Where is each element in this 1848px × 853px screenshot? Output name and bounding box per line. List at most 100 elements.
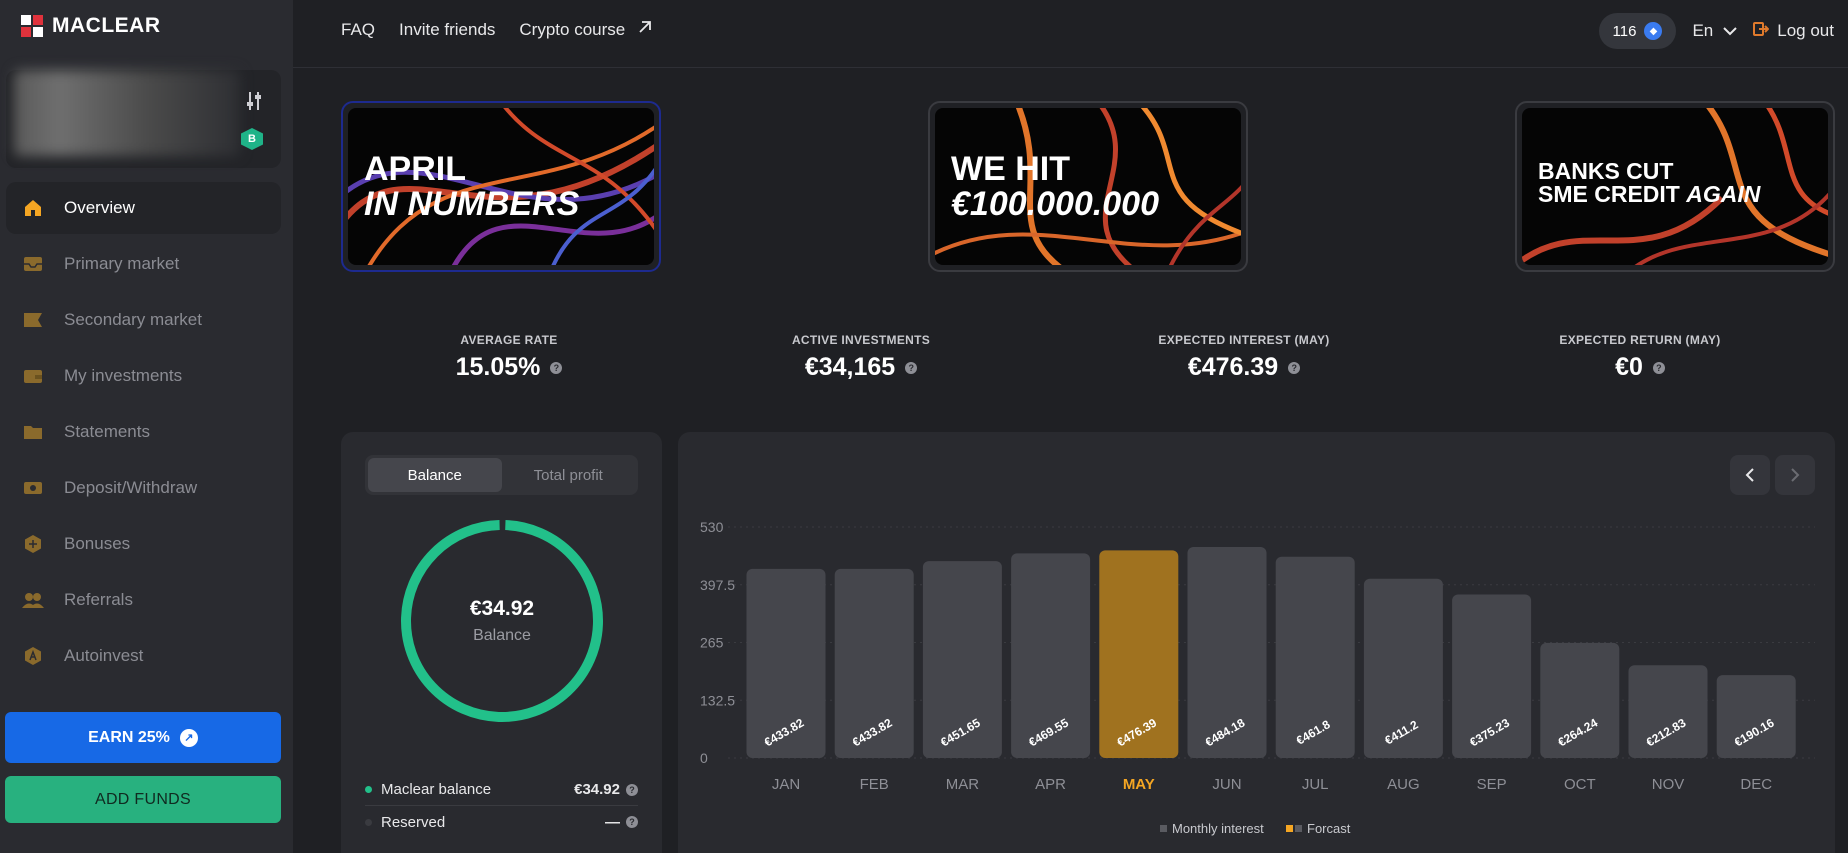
legend-maclear-balance: Maclear balance €34.92? [365, 774, 638, 806]
legend-value: €34.92 [574, 781, 620, 798]
y-tick-label: 0 [700, 750, 708, 766]
banner-image: WE HIT €100.000.000 [935, 108, 1241, 265]
sidebar-item-deposit-withdraw[interactable]: Deposit/Withdraw [6, 462, 281, 514]
stat-value-row: €0? [1540, 353, 1740, 382]
sidebar-item-primary-market[interactable]: Primary market [6, 238, 281, 290]
help-icon[interactable]: ? [1288, 361, 1301, 374]
folder-icon [22, 421, 44, 443]
add-funds-button[interactable]: ADD FUNDS [5, 776, 281, 823]
stat-label: EXPECTED INTEREST (MAY) [1158, 333, 1330, 347]
legend-reserved: Reserved —? [365, 806, 638, 838]
y-tick-label: 530 [700, 519, 724, 535]
legend-swatch-forecast [1286, 825, 1293, 832]
sidebar-item-statements[interactable]: Statements [6, 406, 281, 458]
banner-image: APRIL IN NUMBERS [348, 108, 654, 265]
help-icon[interactable]: ? [905, 361, 918, 374]
profile-card[interactable]: B [6, 70, 281, 168]
sidebar-item-overview[interactable]: Overview [6, 182, 281, 234]
language-value: En [1692, 21, 1714, 40]
logout-button[interactable]: Log out [1753, 21, 1834, 42]
cash-icon [22, 477, 44, 499]
legend-swatch-monthly-interest [1160, 825, 1167, 832]
banner-line-1: BANKS CUT [1538, 158, 1674, 184]
legend-label-monthly-interest: Monthly interest [1172, 821, 1264, 836]
invite-friends-link[interactable]: Invite friends [399, 19, 495, 40]
x-tick-label: SEP [1477, 776, 1507, 793]
legend-label-forecast: Forcast [1307, 821, 1351, 836]
banner-image: BANKS CUT SME CREDIT AGAIN [1522, 108, 1828, 265]
sidebar-item-label: Deposit/Withdraw [64, 478, 198, 497]
bar [1716, 675, 1796, 758]
stat-value: 15.05% [455, 353, 541, 381]
tab-balance[interactable]: Balance [368, 458, 502, 492]
earn-25-button[interactable]: EARN 25% ↗ [5, 712, 281, 763]
monthly-interest-chart: 0132.5265397.5530€433.82JAN€433.82FEB€45… [700, 519, 1815, 836]
sidebar-item-secondary-market[interactable]: Secondary market [6, 294, 281, 346]
y-tick-label: 397.5 [700, 577, 735, 593]
topbar: FAQ Invite friends Crypto course 116 ◆ E… [293, 0, 1848, 68]
earn-button-label: EARN 25% [88, 728, 170, 746]
crypto-course-link[interactable]: Crypto course [519, 19, 653, 40]
sidebar-item-label: Autoinvest [64, 646, 144, 665]
crypto-course-label: Crypto course [519, 19, 626, 39]
banner-line-2a: SME CREDIT [1538, 181, 1687, 208]
sidebar-item-bonuses[interactable]: Bonuses [6, 518, 281, 570]
x-tick-label: MAY [1123, 776, 1155, 793]
legend-value-row: —? [605, 814, 638, 831]
logo[interactable]: MACLEAR [20, 14, 161, 38]
stat-active-investments: ACTIVE INVESTMENTS €34,165? [761, 333, 961, 382]
sidebar-item-my-investments[interactable]: My investments [6, 350, 281, 402]
help-icon[interactable]: ? [1652, 361, 1665, 374]
sidebar-item-label: My investments [64, 366, 183, 385]
points-value: 116 [1612, 22, 1637, 40]
tag-icon [22, 309, 44, 331]
banner-line-2: IN NUMBERS [364, 184, 580, 223]
faq-link[interactable]: FAQ [341, 19, 375, 40]
sidebar-item-label: Overview [64, 198, 135, 217]
autoinvest-icon [22, 645, 44, 667]
stat-expected-interest: EXPECTED INTEREST (MAY) €476.39? [1144, 333, 1344, 382]
banner-line-1: APRIL [364, 150, 466, 188]
banner-banks-cut-credit[interactable]: BANKS CUT SME CREDIT AGAIN [1515, 101, 1835, 272]
y-tick-label: 265 [700, 635, 724, 651]
stat-label: ACTIVE INVESTMENTS [791, 333, 931, 347]
wallet-icon [22, 365, 44, 387]
level-badge-icon: B [241, 128, 263, 150]
help-icon[interactable]: ? [626, 816, 638, 828]
logout-label: Log out [1777, 21, 1834, 40]
balance-toggle: Balance Total profit [365, 455, 638, 495]
sidebar-item-label: Primary market [64, 254, 180, 273]
help-icon[interactable]: ? [626, 783, 638, 796]
x-tick-label: NOV [1652, 776, 1685, 793]
inbox-icon [22, 253, 44, 275]
sidebar-item-autoinvest[interactable]: Autoinvest [6, 630, 281, 682]
tab-total-profit[interactable]: Total profit [502, 458, 636, 492]
banner-april-in-numbers[interactable]: APRIL IN NUMBERS [341, 101, 661, 272]
language-selector[interactable]: En [1692, 21, 1737, 41]
stat-label: AVERAGE RATE [460, 333, 558, 347]
banner-line-2: €100.000.000 [951, 184, 1159, 223]
banner-title: WE HIT €100.000.000 [951, 152, 1159, 221]
stat-value-row: €34,165? [761, 353, 961, 382]
banner-we-hit-100m[interactable]: WE HIT €100.000.000 [928, 101, 1248, 272]
sidebar-item-label: Secondary market [64, 310, 202, 329]
banner-title: BANKS CUT SME CREDIT AGAIN [1538, 158, 1761, 208]
sidebar-item-referrals[interactable]: Referrals [6, 574, 281, 626]
settings-sliders-icon[interactable] [245, 90, 263, 112]
chart-prev-button[interactable] [1730, 455, 1770, 495]
chart-next-button[interactable] [1775, 455, 1815, 495]
stat-value: €0 [1615, 353, 1643, 381]
stat-value: €476.39 [1187, 353, 1279, 381]
app-root: MACLEAR B Overview Primary market Second… [0, 0, 1848, 853]
stat-label: EXPECTED RETURN (MAY) [1559, 333, 1721, 347]
banner-line-1: WE HIT [951, 150, 1070, 188]
help-icon[interactable]: ? [550, 361, 563, 374]
legend-value-row: €34.92? [574, 781, 638, 798]
points-pill[interactable]: 116 ◆ [1598, 13, 1677, 49]
x-tick-label: DEC [1740, 776, 1772, 793]
gem-icon: ◆ [1644, 22, 1663, 40]
donut-label: Balance [473, 627, 531, 644]
home-icon [22, 197, 44, 219]
banner-line-2b: AGAIN [1686, 181, 1761, 208]
bar [1540, 642, 1620, 758]
